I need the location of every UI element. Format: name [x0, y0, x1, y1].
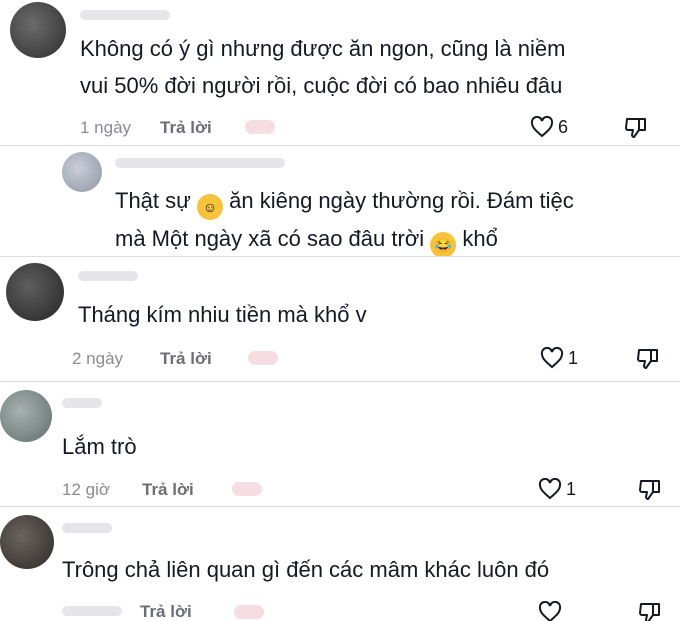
- comment-text: khổ: [462, 226, 498, 251]
- comment-text: Tháng kím nhiu tiền mà khổ v: [78, 302, 367, 327]
- laughing-tears-emoji-icon: 😂: [430, 232, 457, 256]
- reply-button[interactable]: Trả lời: [142, 480, 194, 500]
- comment-text-line: mà Một ngày xã có sao đâu trời 😂 khổ: [115, 226, 498, 256]
- username-blurred[interactable]: [62, 523, 112, 533]
- dislike-button[interactable]: [638, 478, 662, 502]
- comment-text-line: Thật sự ☺ ăn kiêng ngày thường rồi. Đám …: [115, 188, 574, 220]
- like-button[interactable]: 1: [538, 478, 576, 500]
- avatar[interactable]: [0, 515, 54, 569]
- thumbs-down-icon: [636, 347, 660, 371]
- avatar[interactable]: [62, 152, 102, 192]
- username-blurred[interactable]: [78, 271, 138, 281]
- comment-card: Thật sự ☺ ăn kiêng ngày thường rồi. Đám …: [0, 145, 680, 256]
- heart-icon: [538, 601, 562, 621]
- author-reaction-blurred: [248, 351, 278, 365]
- thumbs-down-icon: [624, 116, 648, 140]
- heart-icon: [530, 116, 554, 138]
- reply-button[interactable]: Trả lời: [140, 602, 192, 621]
- comment-card: Không có ý gì nhưng được ăn ngon, cũng l…: [0, 0, 680, 145]
- comment-time: 2 ngày: [72, 349, 124, 368]
- thumbs-down-icon: [638, 478, 662, 502]
- comment-card: Trông chả liên quan gì đến các mâm khác …: [0, 506, 680, 621]
- dislike-button[interactable]: [624, 116, 648, 140]
- comment-card: Lắm trò 12 giờ Trả lời 1: [0, 381, 680, 506]
- comment-text-line: vui 50% đời người rồi, cuộc đời có bao n…: [80, 73, 563, 98]
- avatar[interactable]: [10, 2, 66, 58]
- dislike-button[interactable]: [638, 601, 662, 621]
- comment-text: Thật sự: [115, 188, 191, 213]
- blushing-emoji-icon: ☺: [197, 194, 223, 220]
- reply-button[interactable]: Trả lời: [160, 118, 212, 138]
- author-reaction-blurred: [245, 120, 275, 134]
- comment-card: Tháng kím nhiu tiền mà khổ v 2 ngày Trả …: [0, 256, 680, 381]
- like-button[interactable]: 1: [540, 347, 578, 369]
- author-reaction-blurred: [232, 482, 262, 496]
- comment-text: Trông chả liên quan gì đến các mâm khác …: [62, 557, 550, 582]
- comment-time: 1 ngày: [80, 118, 132, 137]
- thumbs-down-icon: [638, 601, 662, 621]
- like-button[interactable]: 6: [530, 116, 568, 138]
- reply-button[interactable]: Trả lời: [160, 349, 212, 369]
- like-count: 1: [566, 478, 577, 499]
- comment-text: Lắm trò: [62, 434, 137, 459]
- username-blurred[interactable]: [115, 158, 285, 168]
- username-blurred[interactable]: [80, 10, 170, 20]
- like-count: 6: [558, 116, 569, 137]
- comment-text: mà Một ngày xã có sao đâu trời: [115, 226, 425, 251]
- comment-text-line: Không có ý gì nhưng được ăn ngon, cũng l…: [80, 36, 566, 61]
- author-reaction-blurred: [234, 605, 264, 619]
- comment-time: 12 giờ: [62, 480, 111, 499]
- avatar[interactable]: [0, 390, 52, 442]
- dislike-button[interactable]: [636, 347, 660, 371]
- comment-time-blurred: [62, 606, 122, 616]
- comment-text: ăn kiêng ngày thường rồi. Đám tiệc: [229, 188, 574, 213]
- avatar[interactable]: [6, 263, 64, 321]
- heart-icon: [538, 478, 562, 500]
- like-button[interactable]: [538, 601, 562, 621]
- like-count: 1: [568, 347, 579, 368]
- heart-icon: [540, 347, 564, 369]
- username-blurred[interactable]: [62, 398, 102, 408]
